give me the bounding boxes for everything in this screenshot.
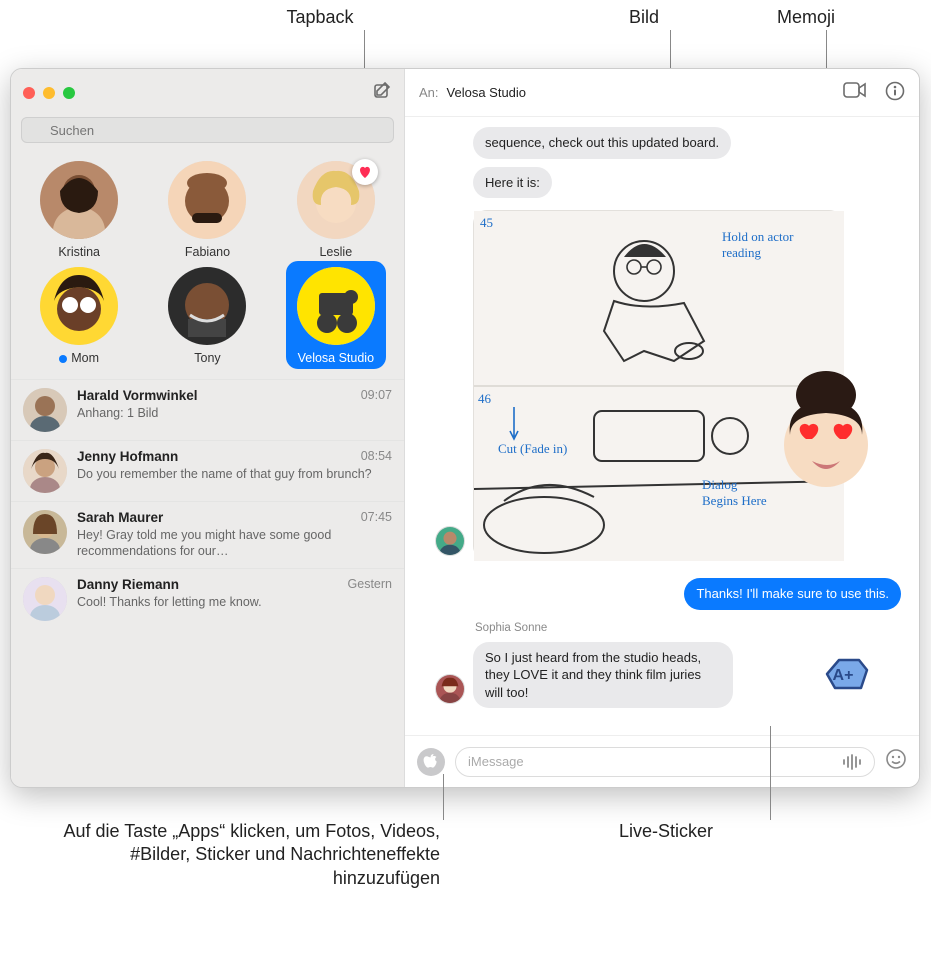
callout-bild: Bild	[604, 6, 684, 29]
message-composer: iMessage	[405, 735, 919, 787]
pinned-conversations: Kristina Fabiano Leslie Mom	[11, 151, 404, 379]
pin-label: Leslie	[319, 245, 352, 259]
conversation-item[interactable]: Sarah Maurer 07:45 Hey! Gray told me you …	[11, 501, 404, 568]
conversation-preview: Cool! Thanks for letting me know.	[77, 594, 392, 610]
sidebar: Kristina Fabiano Leslie Mom	[11, 69, 405, 787]
conversation-item[interactable]: Jenny Hofmann 08:54 Do you remember the n…	[11, 440, 404, 501]
conversation-name: Harald Vormwinkel	[77, 388, 198, 403]
image-annotation: Hold on actor reading	[722, 229, 812, 261]
pinned-kristina[interactable]: Kristina	[15, 161, 143, 259]
message-input[interactable]: iMessage	[455, 747, 875, 777]
conversation-pane: An: Velosa Studio sequence, check out th…	[405, 69, 919, 787]
conversation-preview: Anhang: 1 Bild	[77, 405, 392, 421]
pinned-fabiano[interactable]: Fabiano	[143, 161, 271, 259]
to-label: An:	[419, 85, 439, 100]
conversation-list: Harald Vormwinkel 09:07 Anhang: 1 Bild Je…	[11, 379, 404, 787]
callout-line	[770, 726, 771, 820]
avatar	[23, 388, 67, 432]
emoji-picker-button[interactable]	[885, 748, 907, 776]
conversation-time: 07:45	[361, 510, 392, 525]
messages-window: Kristina Fabiano Leslie Mom	[10, 68, 920, 788]
image-annotation: Dialog Begins Here	[702, 477, 772, 509]
svg-text:A+: A+	[833, 667, 854, 684]
avatar	[23, 449, 67, 493]
sender-avatar	[435, 526, 465, 556]
conversation-name: Jenny Hofmann	[77, 449, 178, 464]
message-bubble-incoming[interactable]: Here it is:	[473, 167, 552, 199]
chat-transcript[interactable]: sequence, check out this updated board. …	[405, 117, 919, 735]
callout-apps: Auf die Taste „Apps“ klicken, um Fotos, …	[30, 820, 440, 890]
callout-live-sticker: Live-Sticker	[586, 820, 746, 843]
pinned-tony[interactable]: Tony	[143, 267, 271, 365]
memoji-sticker[interactable]	[766, 365, 886, 495]
pin-label: Fabiano	[185, 245, 230, 259]
callout-tapback: Tapback	[260, 6, 380, 29]
conversation-name: Sarah Maurer	[77, 510, 163, 525]
sender-name: Sophia Sonne	[475, 622, 901, 634]
pin-label: Tony	[194, 351, 220, 365]
close-window-button[interactable]	[23, 87, 35, 99]
message-image-attachment[interactable]: 45 Hold on actor reading 46 Cut (Fade in…	[473, 210, 843, 560]
maximize-window-button[interactable]	[63, 87, 75, 99]
window-controls	[23, 87, 75, 99]
callout-line	[443, 774, 444, 820]
conversation-time: Gestern	[348, 577, 392, 592]
smiley-icon	[885, 748, 907, 770]
message-bubble-incoming[interactable]: So I just heard from the studio heads, t…	[473, 642, 733, 709]
image-annotation: 46	[478, 391, 491, 407]
info-icon	[885, 81, 905, 101]
conversation-item[interactable]: Danny Riemann Gestern Cool! Thanks for le…	[11, 568, 404, 629]
tapback-heart-icon	[352, 159, 378, 185]
video-icon	[843, 81, 867, 99]
conversation-title: Velosa Studio	[447, 85, 527, 100]
pin-label: Velosa Studio	[298, 351, 374, 365]
waveform-icon	[842, 753, 864, 771]
conversation-name: Danny Riemann	[77, 577, 179, 592]
image-annotation: Cut (Fade in)	[498, 441, 568, 457]
conversation-preview: Hey! Gray told me you might have some go…	[77, 527, 392, 560]
conversation-time: 08:54	[361, 449, 392, 464]
message-placeholder: iMessage	[468, 754, 524, 769]
pinned-mom[interactable]: Mom	[15, 267, 143, 365]
sender-avatar	[435, 674, 465, 704]
pinned-velosa-studio[interactable]: Velosa Studio	[272, 267, 400, 365]
sidebar-header	[11, 69, 404, 117]
message-bubble-incoming[interactable]: sequence, check out this updated board.	[473, 127, 731, 159]
unread-dot-icon	[59, 355, 67, 363]
pinned-leslie[interactable]: Leslie	[272, 161, 400, 259]
pin-label: Mom	[59, 351, 99, 365]
avatar	[23, 577, 67, 621]
pin-label: Kristina	[58, 245, 100, 259]
live-sticker[interactable]: A+	[821, 654, 871, 694]
conversation-header: An: Velosa Studio	[405, 69, 919, 117]
minimize-window-button[interactable]	[43, 87, 55, 99]
apps-icon	[423, 754, 439, 770]
conversation-preview: Do you remember the name of that guy fro…	[77, 466, 392, 482]
facetime-button[interactable]	[843, 81, 867, 104]
apps-button[interactable]	[417, 748, 445, 776]
avatar	[23, 510, 67, 554]
image-annotation: 45	[480, 215, 493, 231]
compose-button[interactable]	[372, 81, 392, 106]
message-bubble-outgoing[interactable]: Thanks! I'll make sure to use this.	[684, 578, 901, 610]
details-button[interactable]	[885, 81, 905, 104]
callout-memoji: Memoji	[756, 6, 856, 29]
audio-message-button[interactable]	[842, 753, 864, 774]
search-input[interactable]	[21, 117, 394, 143]
conversation-time: 09:07	[361, 388, 392, 403]
conversation-item[interactable]: Harald Vormwinkel 09:07 Anhang: 1 Bild	[11, 379, 404, 440]
compose-icon	[372, 81, 392, 101]
